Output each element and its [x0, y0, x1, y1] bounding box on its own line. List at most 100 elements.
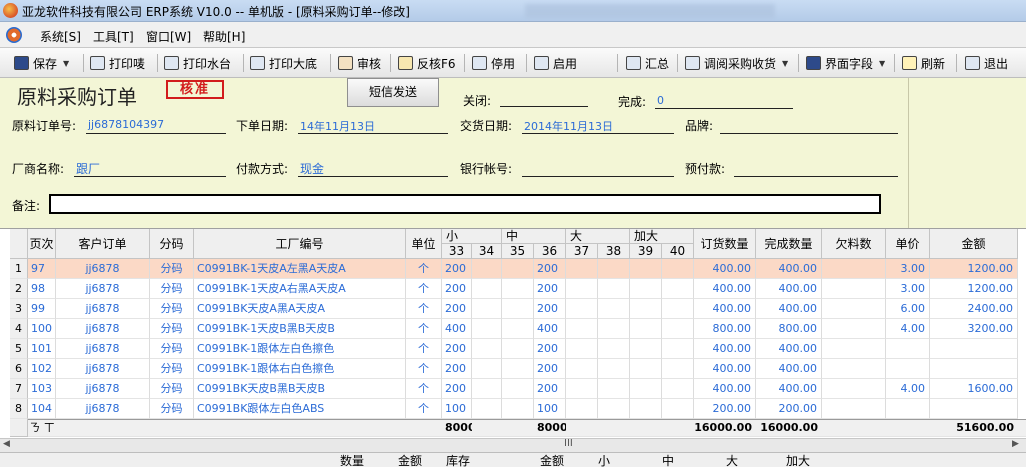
grid-cell-short[interactable]	[822, 279, 886, 299]
complete-field[interactable]: 0	[657, 94, 664, 107]
grid-header-size-37[interactable]: 37	[566, 244, 598, 259]
grid-cell-s37[interactable]	[566, 339, 598, 359]
grid-cell-s33[interactable]: 200	[442, 359, 472, 379]
grid-cell-unit[interactable]: 个	[406, 359, 442, 379]
grid-cell-amount[interactable]: 1200.00	[930, 259, 1018, 279]
grid-cell-done[interactable]: 400.00	[756, 359, 822, 379]
grid-header-size-group[interactable]: 大	[566, 229, 630, 244]
grid-cell-s36[interactable]: 200	[534, 279, 566, 299]
print-label-button[interactable]: 打印唛	[88, 52, 147, 74]
grid-cell-page[interactable]: 100	[28, 319, 56, 339]
grid-cell-s33[interactable]: 200	[442, 339, 472, 359]
grid-cell-order[interactable]: 400.00	[694, 279, 756, 299]
grid-cell-s40[interactable]	[662, 379, 694, 399]
grid-header-page[interactable]: 页次	[28, 229, 56, 259]
remark-input[interactable]	[49, 194, 881, 214]
purchase-receipt-button[interactable]: 调阅采购收货 ▼	[683, 52, 790, 74]
grid-cell-amount[interactable]	[930, 399, 1018, 419]
grid-cell-s33[interactable]: 400	[442, 319, 472, 339]
grid-cell-price[interactable]: 4.00	[886, 319, 930, 339]
grid-cell-s34[interactable]	[472, 319, 502, 339]
grid-cell-cust[interactable]: jj6878	[56, 359, 150, 379]
grid-header-amount[interactable]: 金额	[930, 229, 1018, 259]
grid-cell-page[interactable]: 99	[28, 299, 56, 319]
grid-header-size-36[interactable]: 36	[534, 244, 566, 259]
grid-cell-order[interactable]: 400.00	[694, 299, 756, 319]
grid-cell-factory[interactable]: C0991BK-1天皮A左黑A天皮A	[194, 259, 406, 279]
grid-cell-s34[interactable]	[472, 259, 502, 279]
grid-cell-code[interactable]: 分码	[150, 299, 194, 319]
grid-cell-s39[interactable]	[630, 359, 662, 379]
grid-cell-price[interactable]	[886, 399, 930, 419]
grid-cell-short[interactable]	[822, 379, 886, 399]
grid-cell-price[interactable]: 4.00	[886, 379, 930, 399]
grid-cell-short[interactable]	[822, 339, 886, 359]
grid-cell-factory[interactable]: C0991BK-1天皮B黑B天皮B	[194, 319, 406, 339]
unreview-button[interactable]: 反核F6	[396, 52, 458, 74]
grid-cell-order[interactable]: 200.00	[694, 399, 756, 419]
grid-cell-s34[interactable]	[472, 339, 502, 359]
grid-cell-s40[interactable]	[662, 279, 694, 299]
grid-header-size-40[interactable]: 40	[662, 244, 694, 259]
grid-cell-done[interactable]: 400.00	[756, 339, 822, 359]
ui-fields-button[interactable]: 界面字段 ▼	[804, 52, 887, 74]
ui-fields-dropdown-icon[interactable]: ▼	[879, 59, 885, 68]
grid-cell-s40[interactable]	[662, 319, 694, 339]
grid-cell-page[interactable]: 97	[28, 259, 56, 279]
grid-cell-s36[interactable]: 200	[534, 379, 566, 399]
grid-header-factory[interactable]: 工厂编号	[194, 229, 406, 259]
grid-header-size-group[interactable]: 中	[502, 229, 566, 244]
grid-cell-s37[interactable]	[566, 399, 598, 419]
grid-cell-s38[interactable]	[598, 299, 630, 319]
grid-cell-s39[interactable]	[630, 399, 662, 419]
menu-window[interactable]: 窗口[W]	[146, 28, 191, 45]
grid-cell-factory[interactable]: C0991BK天皮A黑A天皮A	[194, 299, 406, 319]
grid-cell-s35[interactable]	[502, 319, 534, 339]
grid-cell-s35[interactable]	[502, 359, 534, 379]
grid-cell-short[interactable]	[822, 399, 886, 419]
grid-cell-s36[interactable]: 100	[534, 399, 566, 419]
grid-cell-s36[interactable]: 200	[534, 299, 566, 319]
exit-button[interactable]: 退出	[963, 52, 1010, 74]
scroll-thumb-grip[interactable]: III	[564, 438, 573, 449]
grid-cell-s35[interactable]	[502, 399, 534, 419]
purchase-receipt-dropdown-icon[interactable]: ▼	[782, 59, 788, 68]
grid-header-size-38[interactable]: 38	[598, 244, 630, 259]
grid-cell-cust[interactable]: jj6878	[56, 399, 150, 419]
grid-cell-s37[interactable]	[566, 379, 598, 399]
print-watermark-button[interactable]: 打印水台	[162, 52, 233, 74]
grid-cell-s38[interactable]	[598, 259, 630, 279]
menu-help[interactable]: 帮助[H]	[203, 28, 245, 45]
grid-cell-s35[interactable]	[502, 279, 534, 299]
grid-header-order[interactable]: 订货数量	[694, 229, 756, 259]
menu-tools[interactable]: 工具[T]	[93, 28, 134, 45]
grid-cell-s40[interactable]	[662, 339, 694, 359]
grid-cell-done[interactable]: 400.00	[756, 259, 822, 279]
grid-cell-s37[interactable]	[566, 299, 598, 319]
grid-cell-order[interactable]: 400.00	[694, 259, 756, 279]
grid-cell-factory[interactable]: C0991BK跟体左白色ABS	[194, 399, 406, 419]
grid-header-cust[interactable]: 客户订单	[56, 229, 150, 259]
order-date-field[interactable]: 14年11月13日	[300, 118, 375, 134]
grid-cell-factory[interactable]: C0991BK-1天皮A右黑A天皮A	[194, 279, 406, 299]
grid-cell-short[interactable]	[822, 359, 886, 379]
grid-cell-s38[interactable]	[598, 399, 630, 419]
grid-cell-unit[interactable]: 个	[406, 319, 442, 339]
save-dropdown-icon[interactable]: ▼	[63, 59, 69, 68]
grid-cell-s35[interactable]	[502, 379, 534, 399]
grid-cell-s33[interactable]: 200	[442, 279, 472, 299]
grid-cell-short[interactable]	[822, 259, 886, 279]
grid-cell-price[interactable]	[886, 359, 930, 379]
grid-cell-price[interactable]: 3.00	[886, 279, 930, 299]
grid-cell-s40[interactable]	[662, 299, 694, 319]
grid-cell-s38[interactable]	[598, 279, 630, 299]
grid-cell-cust[interactable]: jj6878	[56, 339, 150, 359]
grid-cell-s37[interactable]	[566, 319, 598, 339]
grid-cell-amount[interactable]: 1200.00	[930, 279, 1018, 299]
grid-cell-cust[interactable]: jj6878	[56, 319, 150, 339]
grid-cell-done[interactable]: 800.00	[756, 319, 822, 339]
grid-cell-unit[interactable]: 个	[406, 399, 442, 419]
grid-cell-order[interactable]: 400.00	[694, 379, 756, 399]
grid-cell-price[interactable]	[886, 339, 930, 359]
grid-cell-s39[interactable]	[630, 259, 662, 279]
